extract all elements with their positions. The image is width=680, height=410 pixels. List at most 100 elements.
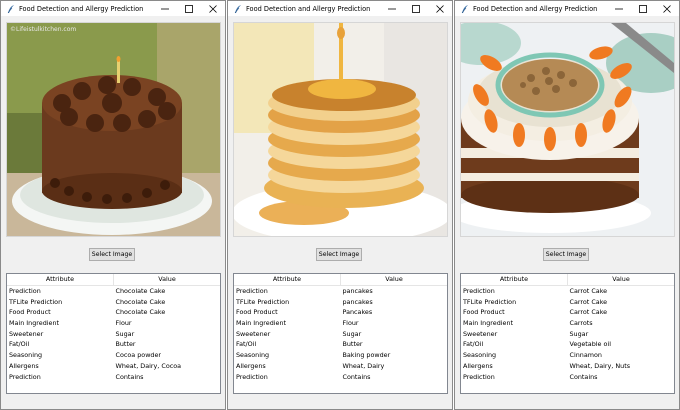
maximize-button[interactable] [406, 1, 426, 16]
attribute-cell: Prediction [236, 372, 268, 381]
value-cell: Chocolate Cake [115, 308, 166, 317]
select-image-button[interactable]: Select Image [543, 248, 589, 261]
select-image-button[interactable]: Select Image [316, 248, 362, 261]
attribute-cell: TFLite Prediction [9, 297, 63, 306]
close-button[interactable] [657, 1, 677, 16]
column-header-value[interactable]: Value [340, 274, 447, 285]
window-title: Food Detection and Allergy Prediction [19, 4, 144, 13]
attribute-cell: Prediction [236, 287, 268, 295]
minimize-button[interactable] [382, 1, 402, 16]
table-row[interactable]: Prediction Carrot Cake [461, 286, 674, 297]
feather-icon [232, 3, 244, 15]
minimize-icon [615, 8, 623, 9]
table-row[interactable]: Seasoning Cocoa powder [7, 350, 220, 361]
column-header-attribute[interactable]: Attribute [461, 274, 567, 285]
table-row[interactable]: Fat/Oil Vegetable oil [461, 339, 674, 350]
table-row[interactable]: Prediction Chocolate Cake [7, 286, 220, 297]
table-row[interactable]: Seasoning Baking powder [234, 350, 447, 361]
maximize-icon [412, 4, 420, 13]
table-header: Attribute Value [7, 274, 220, 286]
attribute-cell: Sweetener [9, 329, 44, 338]
attribute-cell: Sweetener [236, 329, 271, 338]
minimize-icon [161, 8, 169, 9]
table-row[interactable]: Prediction Contains [7, 372, 220, 383]
table-row[interactable]: Sweetener Sugar [7, 329, 220, 340]
maximize-button[interactable] [179, 1, 199, 16]
table-row[interactable]: Food Product Pancakes [234, 307, 447, 318]
minimize-button[interactable] [155, 1, 175, 16]
value-cell: pancakes [342, 297, 373, 306]
attribute-cell: TFLite Prediction [236, 297, 290, 306]
column-header-attribute[interactable]: Attribute [234, 274, 340, 285]
value-cell: Cocoa powder [115, 351, 162, 360]
attribute-cell: Allergens [9, 361, 39, 370]
value-cell: Butter [115, 340, 136, 349]
value-cell: Carrot Cake [569, 297, 608, 306]
title-bar[interactable]: Food Detection and Allergy Prediction [228, 1, 452, 16]
minimize-button[interactable] [609, 1, 629, 16]
food-image [460, 22, 675, 237]
results-table[interactable]: Attribute Value Prediction Chocolate Cake… [6, 273, 221, 394]
select-image-button[interactable]: Select Image [89, 248, 135, 261]
close-icon [209, 4, 217, 13]
value-cell: Butter [342, 340, 363, 349]
value-cell: Contains [342, 372, 371, 381]
close-icon [436, 4, 444, 13]
table-header: Attribute Value [234, 274, 447, 286]
value-cell: Pancakes [342, 308, 373, 317]
close-button[interactable] [430, 1, 450, 16]
results-table[interactable]: Attribute Value Prediction pancakes TFLit… [233, 273, 448, 394]
value-cell: Wheat, Dairy [342, 361, 385, 370]
table-row[interactable]: Food Product Chocolate Cake [7, 307, 220, 318]
attribute-cell: Main Ingredient [9, 319, 60, 328]
value-cell: Contains [569, 372, 598, 381]
table-row[interactable]: Allergens Wheat, Dairy [234, 361, 447, 372]
value-cell: Sugar [342, 329, 362, 338]
table-row[interactable]: Sweetener Sugar [234, 329, 447, 340]
value-cell: Carrots [569, 319, 593, 328]
table-row[interactable]: Prediction Contains [234, 372, 447, 383]
table-row[interactable]: Allergens Wheat, Dairy, Nuts [461, 361, 674, 372]
table-row[interactable]: Prediction Contains [461, 372, 674, 383]
table-row[interactable]: Seasoning Cinnamon [461, 350, 674, 361]
table-row[interactable]: TFLite Prediction Chocolate Cake [7, 297, 220, 308]
table-row[interactable]: Sweetener Sugar [461, 329, 674, 340]
table-row[interactable]: Prediction pancakes [234, 286, 447, 297]
column-header-value[interactable]: Value [567, 274, 674, 285]
table-row[interactable]: Food Product Carrot Cake [461, 307, 674, 318]
column-header-value[interactable]: Value [113, 274, 220, 285]
attribute-cell: Food Product [236, 308, 278, 317]
value-cell: Flour [115, 319, 132, 328]
attribute-cell: Food Product [9, 308, 51, 317]
attribute-cell: Seasoning [463, 351, 497, 360]
attribute-cell: Allergens [236, 361, 266, 370]
value-cell: Carrot Cake [569, 308, 608, 317]
value-cell: Cinnamon [569, 351, 602, 360]
maximize-icon [185, 4, 193, 13]
attribute-cell: Food Product [463, 308, 505, 317]
column-header-attribute[interactable]: Attribute [7, 274, 113, 285]
table-row[interactable]: TFLite Prediction Carrot Cake [461, 297, 674, 308]
title-bar[interactable]: Food Detection and Allergy Prediction [455, 1, 679, 16]
value-cell: Wheat, Dairy, Nuts [569, 361, 631, 370]
value-cell: Wheat, Dairy, Cocoa [115, 361, 182, 370]
close-button[interactable] [203, 1, 223, 16]
results-table[interactable]: Attribute Value Prediction Carrot Cake TF… [460, 273, 675, 394]
table-row[interactable]: Main Ingredient Flour [7, 318, 220, 329]
title-bar[interactable]: Food Detection and Allergy Prediction [1, 1, 225, 16]
table-row[interactable]: TFLite Prediction pancakes [234, 297, 447, 308]
table-row[interactable]: Fat/Oil Butter [234, 339, 447, 350]
table-row[interactable]: Allergens Wheat, Dairy, Cocoa [7, 361, 220, 372]
attribute-cell: Prediction [463, 287, 495, 295]
minimize-icon [388, 8, 396, 9]
attribute-cell: TFLite Prediction [463, 297, 517, 306]
maximize-button[interactable] [633, 1, 653, 16]
value-cell: Carrot Cake [569, 287, 608, 295]
table-row[interactable]: Fat/Oil Butter [7, 339, 220, 350]
table-row[interactable]: Main Ingredient Flour [234, 318, 447, 329]
table-row[interactable]: Main Ingredient Carrots [461, 318, 674, 329]
attribute-cell: Prediction [9, 287, 41, 295]
window-title: Food Detection and Allergy Prediction [473, 4, 598, 13]
food-image: ©Lifeistulkitchen.com [6, 22, 221, 237]
maximize-icon [639, 4, 647, 13]
